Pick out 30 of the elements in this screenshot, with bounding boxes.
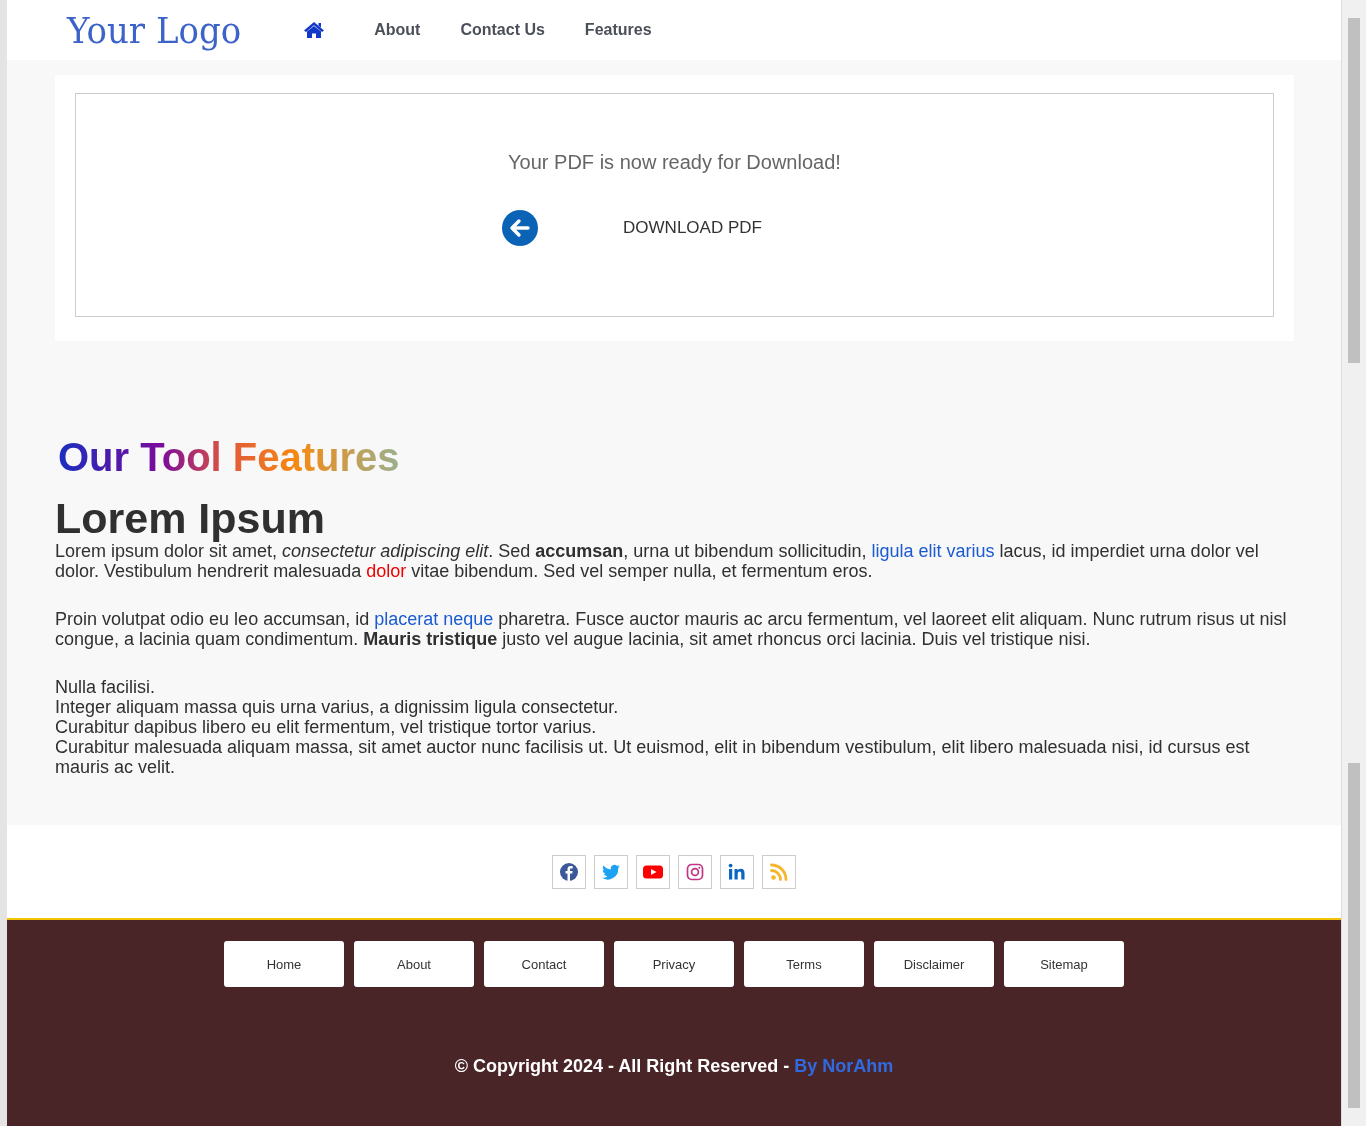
logo[interactable]: Your Logo <box>67 9 242 51</box>
download-pdf-link[interactable]: DOWNLOAD PDF <box>623 218 762 238</box>
social-button[interactable] <box>636 854 670 889</box>
social-button[interactable] <box>720 854 754 889</box>
nav-link[interactable]: About <box>374 21 421 39</box>
text-line: Curabitur dapibus libero eu elit fermentum, vel tristique tortor varius. <box>55 717 598 737</box>
footer-link-button[interactable]: Privacy <box>614 941 734 987</box>
social-button[interactable] <box>594 854 628 889</box>
footer-link-button[interactable]: About <box>354 941 474 987</box>
text-link[interactable]: placerat neque <box>374 609 494 629</box>
footer-link-button[interactable]: Terms <box>744 941 864 987</box>
home-icon[interactable] <box>303 21 326 39</box>
footer-link-button[interactable]: Contact <box>484 941 604 987</box>
footer-link-button[interactable]: Disclaimer <box>874 941 994 987</box>
social-button[interactable] <box>678 854 712 889</box>
content-heading: Lorem Ipsum <box>55 495 326 541</box>
nav-link[interactable]: Features <box>584 21 652 39</box>
nav-link[interactable]: Contact Us <box>460 21 545 39</box>
footer-link-button[interactable]: Home <box>224 941 344 987</box>
copyright-text: © Copyright 2024 - All Right Reserved - By NorAhm <box>454 1056 894 1077</box>
text-line: Curabitur malesuada aliquam massa, sit amet auctor nunc facilisis ut. Ut euismod, elit in bibendum vestibulum, elit libero malesuada nisi, id cursus est mauris ac velit. <box>55 737 1251 777</box>
scrollbar[interactable] <box>1341 0 1366 1126</box>
ready-message: Your PDF is now ready for Download! <box>508 151 841 174</box>
text-link[interactable]: ligula elit varius <box>871 541 995 561</box>
text-line: Nulla facilisi. <box>55 677 157 697</box>
footer-link-button[interactable]: Sitemap <box>1004 941 1124 987</box>
paragraph: Lorem ipsum dolor sit amet, consectetur adipiscing elit. Sed accumsan, urna ut bibendum sollicitudin, ligula elit varius lacus, id imperdiet urna dolor vel dolor. Vestibulum hendrerit malesuada dolor vitae bibendum. Sed vel semper nulla, et fermentum eros. <box>55 541 1260 581</box>
text-line: Integer aliquam massa quis urna varius, a dignissim ligula consectetur. <box>55 697 620 717</box>
paragraph: Proin volutpat odio eu leo accumsan, id placerat neque pharetra. Fusce auctor mauris ac arcu fermentum, vel laoreet elit aliquam. Nunc rutrum risus ut nisl congue, a lacinia quam condimentum. Mauris tristique justo vel augue lacinia, sit amet rhoncus orci lacinia. Duis vel tristique nisi. <box>55 609 1288 649</box>
social-button[interactable] <box>552 854 586 889</box>
